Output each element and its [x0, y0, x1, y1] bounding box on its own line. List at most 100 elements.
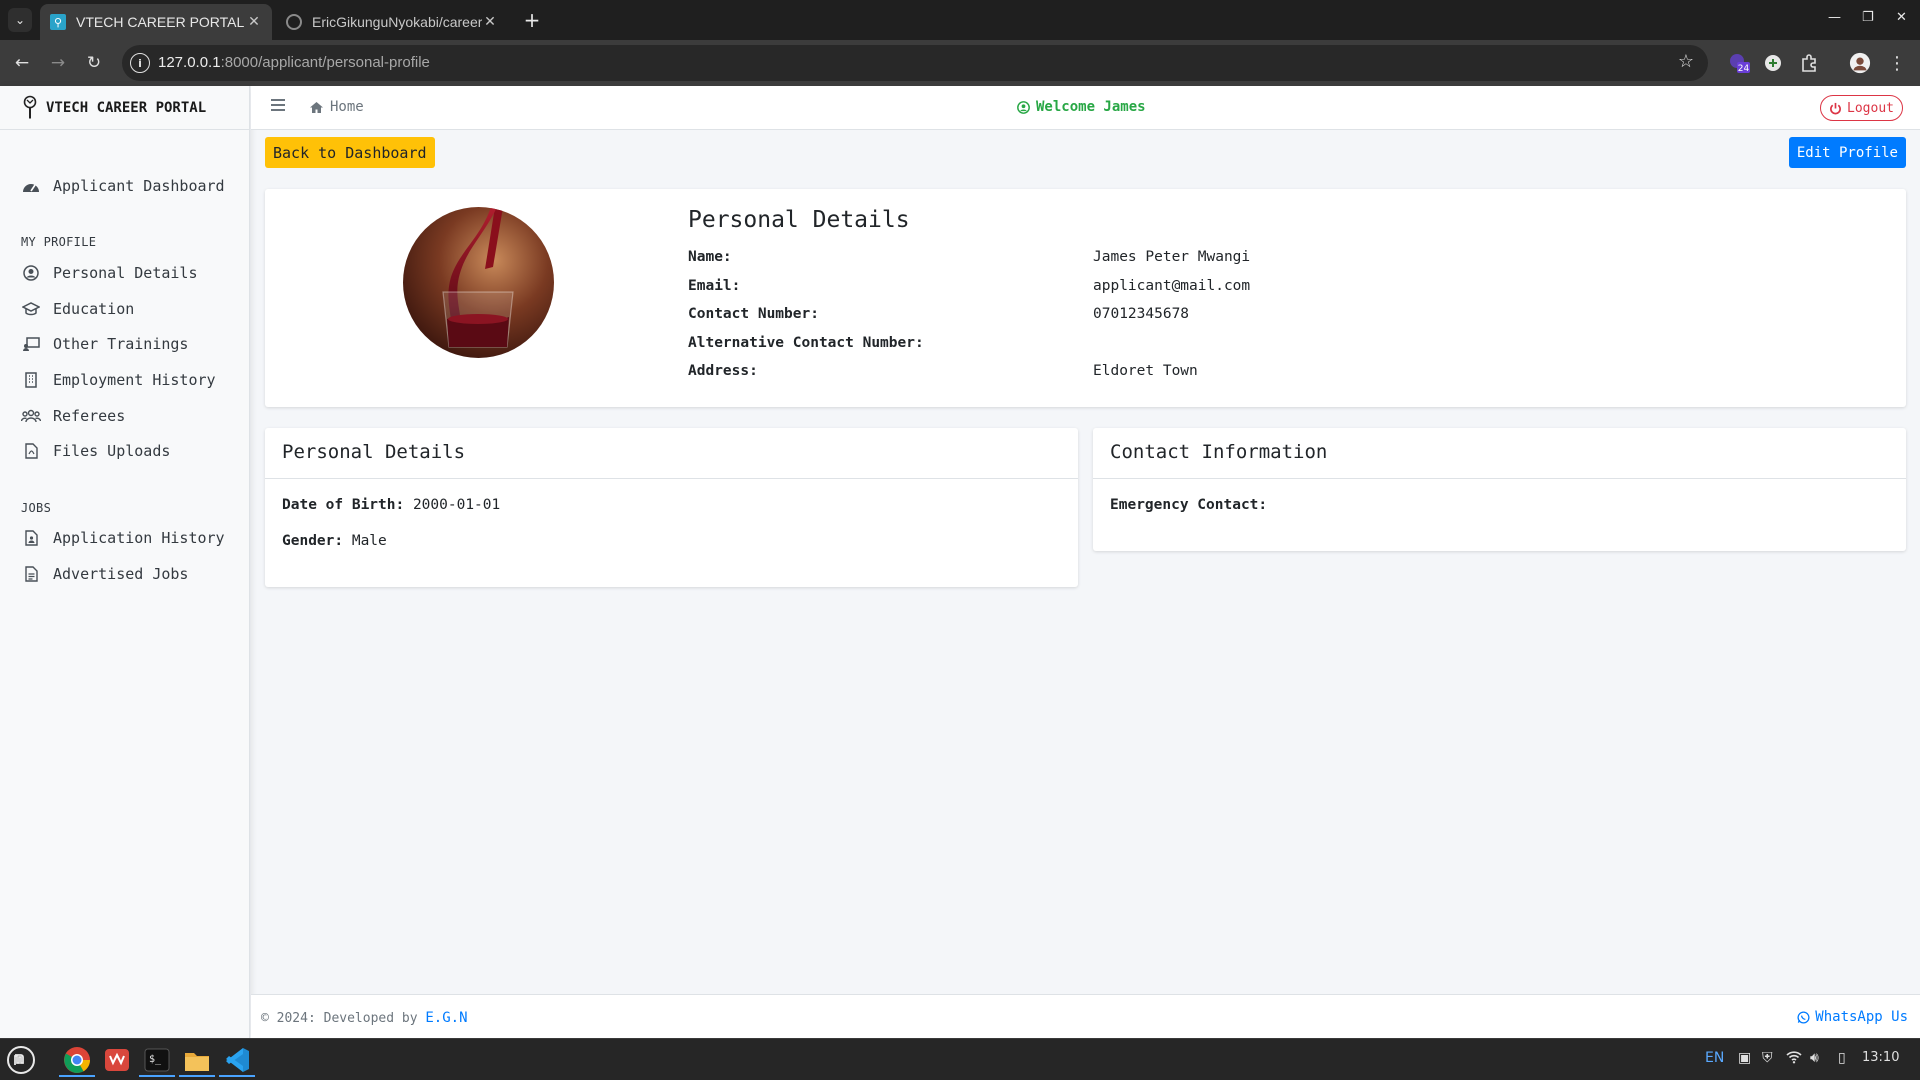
sidebar-item-advertised-jobs[interactable]: Advertised Jobs	[20, 565, 188, 583]
browser-toolbar: ← → ↻ i 127.0.0.1:8000/applicant/persona…	[0, 40, 1920, 86]
file-pdf-icon	[20, 442, 42, 460]
wifi-icon[interactable]	[1786, 1050, 1802, 1068]
home-link[interactable]: Home	[309, 99, 364, 115]
tab-search-button[interactable]: ⌄	[8, 8, 32, 32]
profile-title: Personal Details	[688, 207, 910, 233]
field-label: Name:	[688, 249, 732, 265]
minimize-icon[interactable]: —	[1828, 10, 1841, 25]
sidebar-item-label: Files Uploads	[53, 442, 171, 460]
tab-title: VTECH CAREER PORTAL	[76, 14, 245, 30]
sidebar-item-dashboard[interactable]: Applicant Dashboard	[20, 177, 225, 195]
bookmark-star-icon[interactable]: ☆	[1678, 51, 1694, 72]
volume-icon[interactable]: 🔊︎	[1810, 1050, 1819, 1066]
sidebar: VTECH CAREER PORTAL Applicant Dashboard …	[0, 86, 250, 1038]
whatsapp-label: WhatsApp Us	[1815, 1009, 1908, 1025]
restore-icon[interactable]: ❐	[1862, 10, 1874, 25]
contact-information-card: Contact Information Emergency Contact:	[1093, 428, 1906, 551]
close-window-icon[interactable]: ✕	[1896, 10, 1907, 25]
url-text[interactable]: 127.0.0.1:8000/applicant/personal-profil…	[158, 54, 430, 71]
sidebar-item-personal-details[interactable]: Personal Details	[20, 264, 198, 282]
extension-icon[interactable]: 24	[1728, 52, 1750, 74]
field-value: Eldoret Town	[1093, 363, 1198, 379]
reload-icon[interactable]: ↻	[82, 51, 106, 75]
whatsapp-icon	[1797, 1010, 1810, 1024]
gender-label: Gender:	[282, 533, 344, 549]
shield-icon[interactable]: ⛨	[1762, 1050, 1773, 1066]
file-user-icon	[20, 529, 42, 547]
jobs-heading: JOBS	[21, 501, 52, 515]
sidebar-item-label: Advertised Jobs	[53, 565, 189, 583]
keyboard-language[interactable]: EN	[1705, 1050, 1724, 1066]
close-tab-icon[interactable]: ✕	[482, 14, 498, 30]
user-circle-icon	[1017, 100, 1030, 114]
chalkboard-teacher-icon	[20, 335, 42, 353]
author-link[interactable]: E.G.N	[425, 1010, 467, 1026]
whatsapp-link[interactable]: WhatsApp Us	[1797, 1009, 1908, 1025]
copyright: © 2024: Developed by E.G.N	[261, 1010, 468, 1026]
field-value: 07012345678	[1093, 306, 1190, 322]
gender-value: Male	[351, 533, 387, 549]
field-label: Alternative Contact Number:	[688, 335, 924, 351]
back-to-dashboard-button[interactable]: Back to Dashboard	[265, 137, 435, 168]
close-tab-icon[interactable]: ✕	[246, 14, 262, 30]
graduation-cap-icon	[20, 300, 42, 318]
browser-tab[interactable]: EricGikunguNyokabi/career- ✕	[276, 4, 508, 40]
sidebar-item-referees[interactable]: Referees	[20, 407, 125, 425]
my-profile-heading: MY PROFILE	[21, 235, 97, 249]
brand-logo-icon	[23, 95, 37, 118]
field-value: applicant@mail.com	[1093, 278, 1251, 294]
personal-details-card: Personal Details Date of Birth: 2000-01-…	[265, 428, 1078, 587]
profile-avatar-icon[interactable]	[1849, 52, 1871, 74]
files-app-icon[interactable]	[179, 1043, 215, 1077]
battery-icon[interactable]: ▯	[1838, 1050, 1846, 1066]
forward-arrow-icon[interactable]: →	[46, 51, 70, 75]
terminal-app-icon[interactable]: $_	[139, 1043, 175, 1077]
back-arrow-icon[interactable]: ←	[10, 51, 34, 75]
sidebar-item-label: Employment History	[53, 371, 216, 389]
browser-menu-icon[interactable]: ⋮	[1886, 52, 1908, 74]
dob-row: Date of Birth: 2000-01-01	[282, 497, 500, 513]
vscode-app-icon[interactable]	[219, 1043, 255, 1077]
building-icon	[20, 371, 42, 389]
logout-button[interactable]: Logout	[1820, 95, 1903, 121]
brand-name: VTECH CAREER PORTAL	[46, 99, 207, 116]
app-store-icon[interactable]	[100, 1043, 134, 1077]
sidebar-item-label: Applicant Dashboard	[53, 177, 225, 195]
chrome-app-icon[interactable]	[59, 1043, 95, 1077]
user-circle-icon	[20, 264, 42, 282]
new-tab-button[interactable]: +	[520, 8, 544, 32]
site-info-icon[interactable]: i	[130, 53, 150, 73]
add-extension-icon[interactable]	[1762, 52, 1784, 74]
sidebar-item-employment-history[interactable]: Employment History	[20, 371, 216, 389]
clipboard-icon[interactable]: ▣	[1738, 1050, 1751, 1066]
emergency-contact-label: Emergency Contact:	[1110, 497, 1268, 513]
address-bar[interactable]: i 127.0.0.1:8000/applicant/personal-prof…	[122, 45, 1708, 81]
dob-value: 2000-01-01	[412, 497, 501, 513]
users-icon	[20, 407, 42, 425]
card-title: Contact Information	[1093, 428, 1906, 479]
sidebar-item-application-history[interactable]: Application History	[20, 529, 225, 547]
tab-title: EricGikunguNyokabi/career-	[312, 14, 482, 30]
file-alt-icon	[20, 565, 42, 583]
brand[interactable]: VTECH CAREER PORTAL	[0, 86, 249, 130]
profile-photo	[403, 207, 554, 358]
sidebar-item-education[interactable]: Education	[20, 300, 134, 318]
sidebar-item-label: Education	[53, 300, 135, 318]
sidebar-item-other-trainings[interactable]: Other Trainings	[20, 335, 188, 353]
start-menu-icon[interactable]	[4, 1043, 38, 1077]
tachometer-icon	[20, 177, 42, 195]
browser-tab-active[interactable]: ⚲ VTECH CAREER PORTAL ✕	[40, 4, 272, 40]
puzzle-extensions-icon[interactable]	[1798, 52, 1820, 74]
sidebar-item-files-uploads[interactable]: Files Uploads	[20, 442, 170, 460]
welcome-text: Welcome James	[1036, 99, 1146, 115]
footer: © 2024: Developed by E.G.N WhatsApp Us	[251, 994, 1920, 1038]
hamburger-menu-icon[interactable]	[271, 99, 285, 111]
clock[interactable]: 13:10	[1862, 1050, 1899, 1065]
edit-profile-button[interactable]: Edit Profile	[1788, 137, 1906, 168]
os-taskbar: $_ EN ▣ ⛨ 🔊︎ ▯ 13:10	[0, 1038, 1920, 1080]
top-navbar: Home Welcome James Logout	[251, 86, 1920, 130]
svg-text:24: 24	[1738, 64, 1750, 74]
dob-label: Date of Birth:	[282, 497, 405, 513]
field-value: James Peter Mwangi	[1093, 249, 1251, 265]
emergency-contact-row: Emergency Contact:	[1110, 497, 1267, 513]
